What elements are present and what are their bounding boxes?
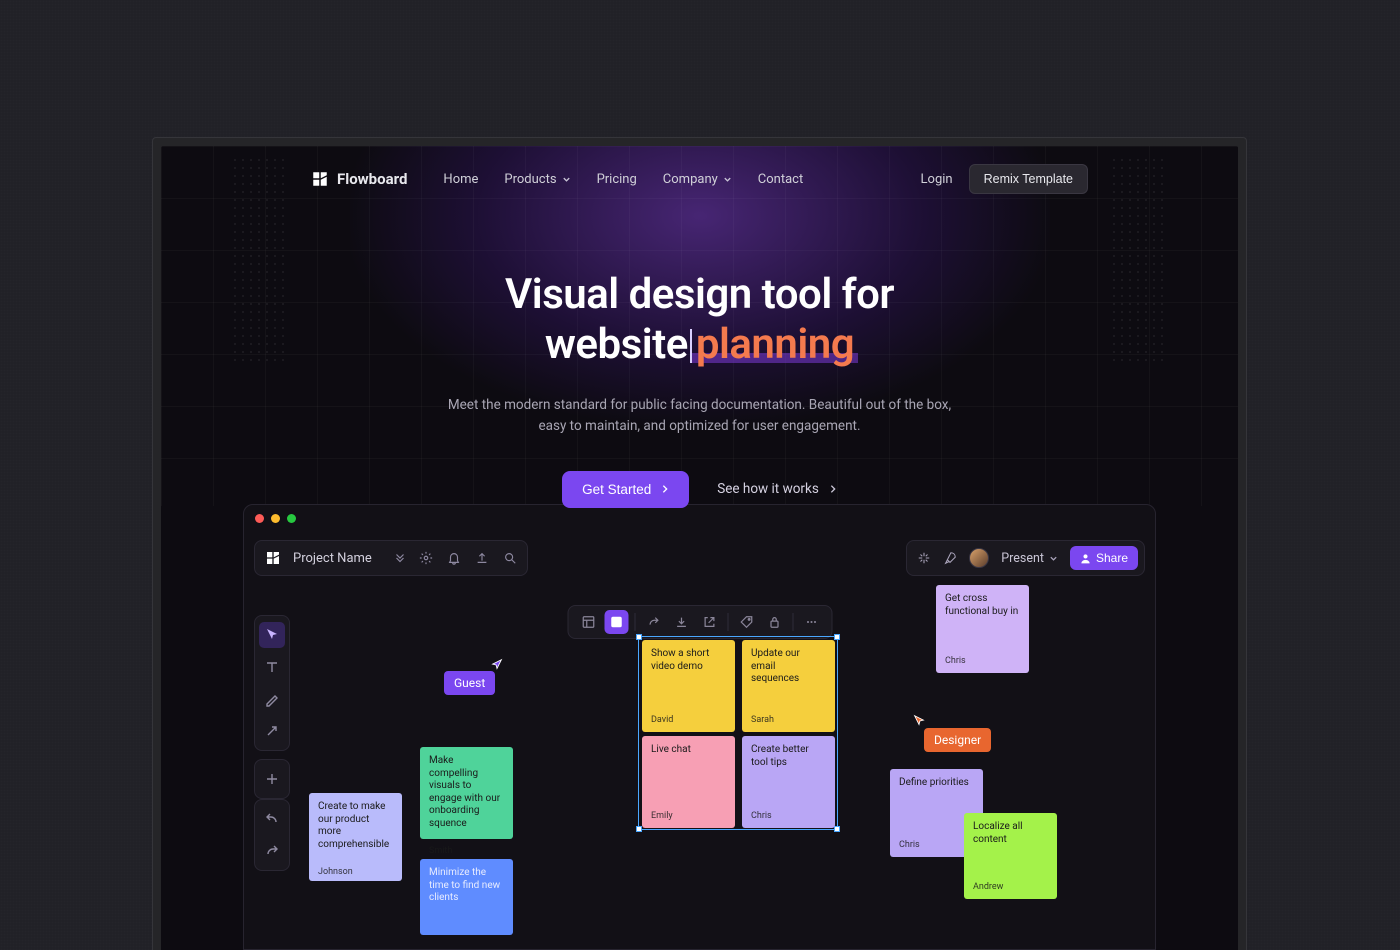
brand-name: Flowboard <box>337 170 407 188</box>
hero-heading-line1: Visual design tool for <box>505 270 894 319</box>
chevron-down-icon <box>562 175 571 184</box>
nav-products[interactable]: Products <box>504 172 570 187</box>
sticky-note[interactable]: Minimize the time to find new clients <box>420 859 513 935</box>
nav-company[interactable]: Company <box>663 172 732 187</box>
selection-group[interactable]: Show a short video demo David Update our… <box>638 636 838 830</box>
guest-cursor-icon <box>490 658 504 672</box>
see-how-it-works-link[interactable]: See how it works <box>717 481 837 497</box>
sticky-note[interactable]: Localize all content Andrew <box>964 813 1057 899</box>
get-started-button[interactable]: Get Started <box>562 471 689 508</box>
resize-handle-tl[interactable] <box>636 634 642 640</box>
designer-cursor-label: Designer <box>924 728 991 752</box>
resize-handle-bl[interactable] <box>636 826 642 832</box>
sticky-note[interactable]: Create better tool tips Chris <box>742 736 835 828</box>
nav-pricing[interactable]: Pricing <box>597 172 637 187</box>
hero-heading-line2a: website <box>545 320 688 369</box>
hero-heading-accent: planning <box>696 320 854 369</box>
page-canvas: Flowboard Home Products Pricing Company … <box>161 146 1238 950</box>
brand[interactable]: Flowboard <box>311 170 407 188</box>
app-mockup: Project Name Present <box>243 504 1156 950</box>
sticky-note[interactable]: Create to make our product more comprehe… <box>309 793 402 881</box>
canvas[interactable]: Guest Designer Create to make our produc… <box>244 505 1155 949</box>
designer-cursor-icon <box>912 714 926 728</box>
nav-contact[interactable]: Contact <box>758 172 803 187</box>
login-link[interactable]: Login <box>921 172 953 187</box>
sticky-note[interactable]: Make compelling visuals to engage with o… <box>420 747 513 839</box>
chevron-right-icon <box>661 484 669 494</box>
navbar: Flowboard Home Products Pricing Company … <box>161 146 1238 194</box>
hero-cta-row: Get Started See how it works <box>161 471 1238 508</box>
hero-heading: Visual design tool for websiteplanning <box>161 270 1238 369</box>
sticky-note[interactable]: Get cross functional buy in Chris <box>936 585 1029 673</box>
hero-section: Visual design tool for websiteplanning M… <box>161 270 1238 508</box>
guest-cursor-label: Guest <box>444 671 495 695</box>
chevron-down-icon <box>723 175 732 184</box>
brand-logo-icon <box>311 170 329 188</box>
resize-handle-tr[interactable] <box>834 634 840 640</box>
sticky-note[interactable]: Live chat Emily <box>642 736 735 828</box>
chevron-right-icon <box>829 484 837 494</box>
remix-template-button[interactable]: Remix Template <box>969 164 1088 194</box>
sticky-note[interactable]: Update our email sequences Sarah <box>742 640 835 732</box>
nav-home[interactable]: Home <box>443 172 478 187</box>
browser-frame: Flowboard Home Products Pricing Company … <box>152 137 1247 950</box>
hero-subtitle: Meet the modern standard for public faci… <box>161 395 1238 437</box>
resize-handle-br[interactable] <box>834 826 840 832</box>
nav-links: Home Products Pricing Company Contact <box>443 172 803 187</box>
sticky-note[interactable]: Show a short video demo David <box>642 640 735 732</box>
